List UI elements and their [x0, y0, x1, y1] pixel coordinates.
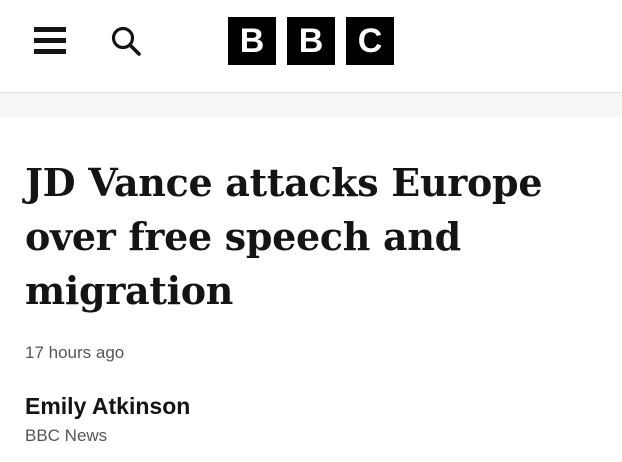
menu-icon-bar — [34, 38, 66, 43]
bbc-logo-block: C — [346, 17, 394, 65]
menu-icon[interactable] — [34, 27, 66, 55]
menu-icon-bar — [34, 27, 66, 32]
search-icon[interactable] — [109, 24, 143, 58]
bbc-logo-block: B — [228, 17, 276, 65]
author-name: Emily Atkinson — [25, 393, 191, 419]
article-timestamp: 17 hours ago — [25, 343, 125, 362]
article-headline: JD Vance attacks Europe over free speech… — [25, 160, 543, 313]
search-icon-graphic — [111, 26, 141, 56]
bbc-logo-block: B — [287, 17, 335, 65]
header-divider-strip — [0, 93, 622, 117]
author-organisation: BBC News — [25, 426, 108, 445]
bbc-logo[interactable]: B B C — [228, 17, 394, 65]
menu-icon-bar — [34, 49, 66, 54]
top-navigation-bar: B B C — [0, 0, 622, 93]
